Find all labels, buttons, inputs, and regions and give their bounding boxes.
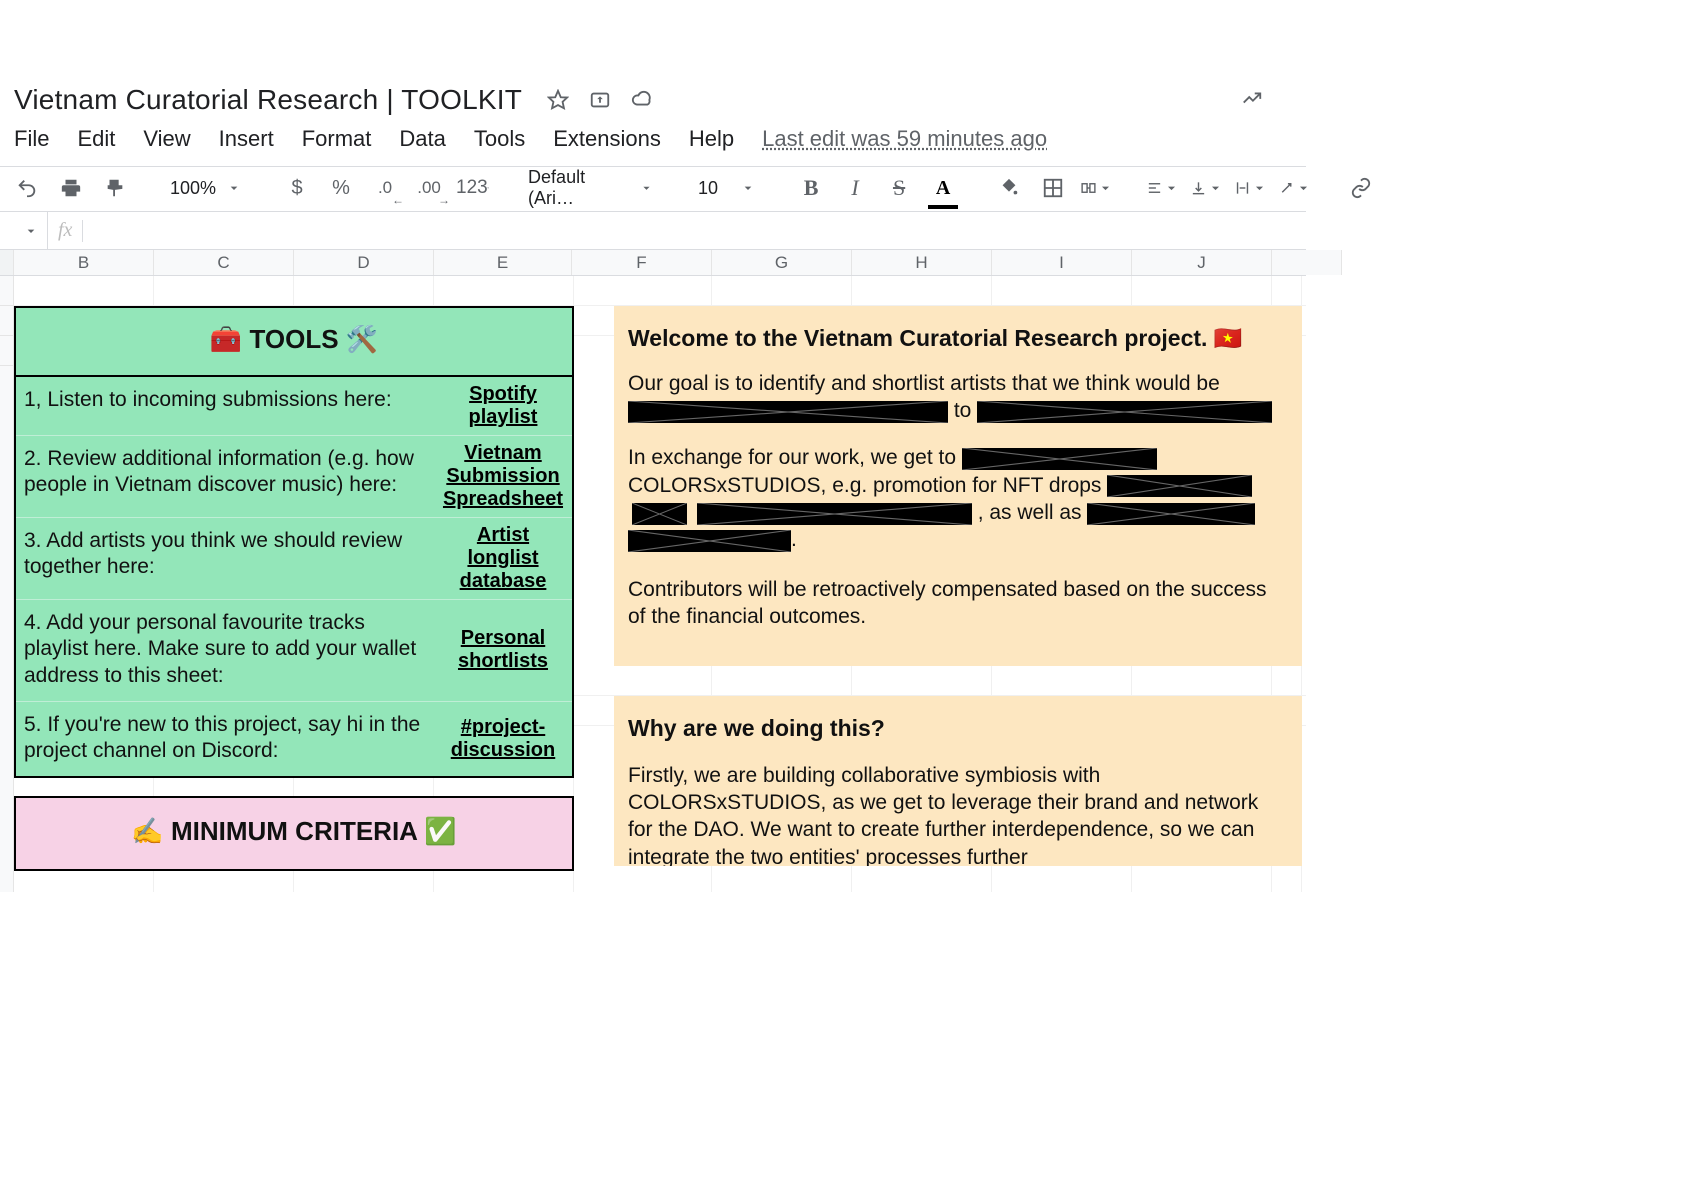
paint-format-button[interactable] [98,171,132,205]
column-headers[interactable]: B C D E F G H I J [0,250,1306,276]
why-note: Why are we doing this? Firstly, we are b… [614,696,1302,866]
redacted-block [1107,475,1252,497]
col-I[interactable]: I [992,250,1132,275]
col-E[interactable]: E [434,250,572,275]
menu-data[interactable]: Data [399,126,445,152]
redacted-block [628,530,791,552]
borders-button[interactable] [1036,171,1070,205]
number-format-select[interactable]: 123 [456,171,490,205]
menu-extensions[interactable]: Extensions [553,126,661,152]
text-wrap-button[interactable] [1234,171,1268,205]
row-headers[interactable] [0,276,14,892]
activity-icon[interactable] [1240,86,1264,110]
criteria-header: ✍️ MINIMUM CRITERIA ✅ [14,796,574,871]
tools-header: 🧰 TOOLS 🛠️ [16,308,572,377]
v-align-button[interactable] [1190,171,1224,205]
col-end [1272,250,1342,275]
decrease-decimal-button[interactable]: .0← [368,171,402,205]
zoom-select[interactable]: 100% [164,178,248,199]
col-H[interactable]: H [852,250,992,275]
menu-format[interactable]: Format [302,126,372,152]
undo-button[interactable] [10,171,44,205]
tool-row-5-link[interactable]: #project-discussion [440,716,566,762]
tool-row-4-link[interactable]: Personal shortlists [440,627,566,673]
text-rotation-button[interactable] [1278,171,1312,205]
print-button[interactable] [54,171,88,205]
menu-view[interactable]: View [143,126,190,152]
strikethrough-button[interactable]: S [882,171,916,205]
redacted-block [632,503,687,525]
menu-edit[interactable]: Edit [77,126,115,152]
formula-input[interactable] [83,212,1306,249]
cloud-status-icon[interactable] [630,88,654,112]
increase-decimal-button[interactable]: .00→ [412,171,446,205]
tool-row-5-text: 5. If you're new to this project, say hi… [16,702,434,777]
redacted-block [977,401,1272,423]
doc-title[interactable]: Vietnam Curatorial Research | TOOLKIT [14,84,522,116]
welcome-note: Welcome to the Vietnam Curatorial Resear… [614,306,1302,666]
tool-row-1-link[interactable]: Spotify playlist [440,383,566,429]
redacted-block [962,448,1157,470]
menu-tools[interactable]: Tools [474,126,525,152]
name-box[interactable] [0,212,48,249]
col-C[interactable]: C [154,250,294,275]
welcome-p2b: COLORSxSTUDIOS, e.g. promotion for NFT d… [628,474,1107,497]
tool-row-2-text: 2. Review additional information (e.g. h… [16,436,434,517]
tool-row-4-text: 4. Add your personal favourite tracks pl… [16,600,434,701]
col-F[interactable]: F [572,250,712,275]
font-size-select[interactable]: 10 [692,178,762,199]
star-icon[interactable] [546,88,570,112]
welcome-p1b: to [954,399,977,422]
tools-card: 🧰 TOOLS 🛠️ 1, Listen to incoming submiss… [14,306,574,778]
format-currency-button[interactable]: $ [280,171,314,205]
redacted-block [697,503,972,525]
h-align-button[interactable] [1146,171,1180,205]
welcome-p3: Contributors will be retroactively compe… [628,576,1288,631]
menu-insert[interactable]: Insert [219,126,274,152]
menu-file[interactable]: File [14,126,49,152]
welcome-p2c: , as well as [978,501,1088,524]
welcome-p2d: . [791,528,797,551]
welcome-p2a: In exchange for our work, we get to [628,446,962,469]
text-color-button[interactable]: A [926,171,960,205]
tool-row-3-text: 3. Add artists you think we should revie… [16,518,434,599]
why-p1: Firstly, we are building collaborative s… [628,762,1288,866]
col-B[interactable]: B [14,250,154,275]
insert-link-button[interactable] [1344,171,1378,205]
format-percent-button[interactable]: % [324,171,358,205]
italic-button[interactable]: I [838,171,872,205]
redacted-block [628,401,948,423]
move-to-drive-icon[interactable] [588,88,612,112]
bold-button[interactable]: B [794,171,828,205]
select-all-cell[interactable] [0,250,14,275]
fx-label: fx [48,219,82,242]
font-family-select[interactable]: Default (Ari… [522,167,660,209]
col-G[interactable]: G [712,250,852,275]
redacted-block [1087,503,1255,525]
merge-cells-button[interactable] [1080,171,1114,205]
col-D[interactable]: D [294,250,434,275]
tool-row-1-text: 1, Listen to incoming submissions here: [16,377,434,435]
why-title: Why are we doing this? [628,714,1288,744]
tool-row-2-link[interactable]: Vietnam Submission Spreadsheet [440,442,566,511]
welcome-p1a: Our goal is to identify and shortlist ar… [628,372,1220,395]
tool-row-3-link[interactable]: Artist longlist database [440,524,566,593]
last-edit-link[interactable]: Last edit was 59 minutes ago [762,126,1047,152]
menu-help[interactable]: Help [689,126,734,152]
welcome-title: Welcome to the Vietnam Curatorial Resear… [628,324,1288,354]
col-J[interactable]: J [1132,250,1272,275]
fill-color-button[interactable] [992,171,1026,205]
